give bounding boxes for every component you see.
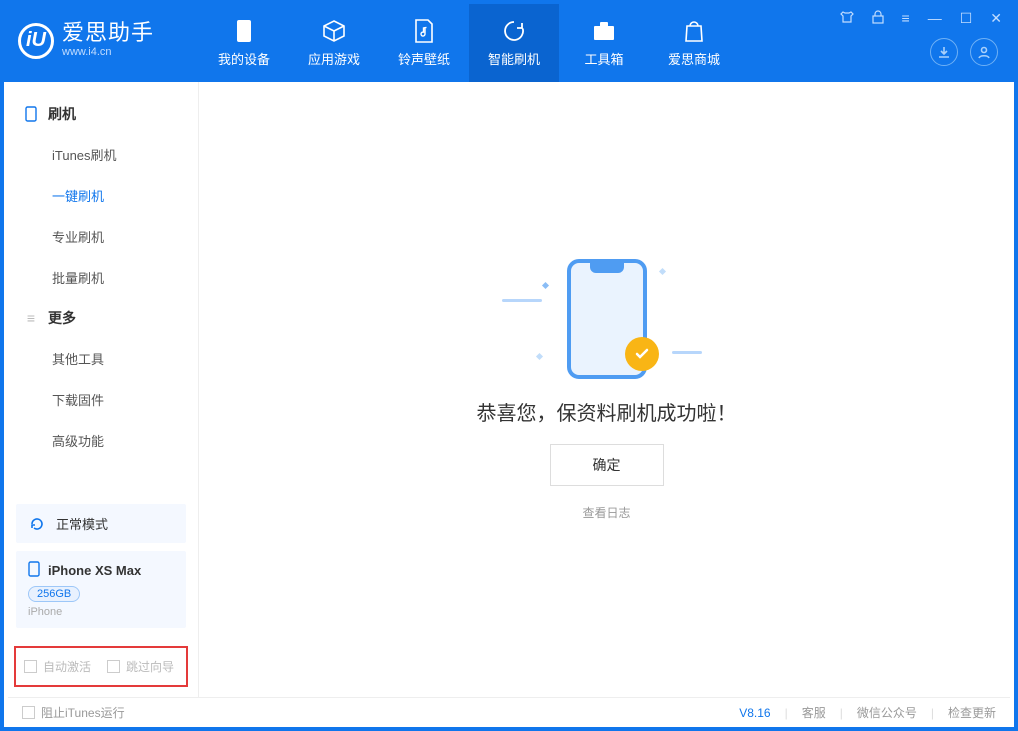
sidebar-item-advanced[interactable]: 高级功能 [4, 420, 198, 461]
ok-button[interactable]: 确定 [550, 444, 664, 486]
nav-toolbox[interactable]: 工具箱 [559, 4, 649, 82]
view-log-link[interactable]: 查看日志 [582, 504, 630, 521]
download-button[interactable] [930, 38, 958, 66]
success-message: 恭喜您，保资料刷机成功啦！ [477, 397, 737, 426]
maximize-button[interactable]: ☐ [956, 8, 977, 29]
header-actions [930, 38, 998, 66]
close-button[interactable]: ✕ [986, 8, 1006, 29]
checkbox-icon[interactable] [22, 706, 35, 719]
main-content: 恭喜您，保资料刷机成功啦！ 确定 查看日志 [199, 82, 1014, 697]
sidebar-item-download-firmware[interactable]: 下载固件 [4, 379, 198, 420]
option-auto-activate[interactable]: 自动激活 [24, 658, 91, 675]
mode-label: 正常模式 [56, 514, 108, 533]
refresh-shield-icon [502, 19, 526, 43]
device-name: iPhone XS Max [48, 563, 141, 578]
briefcase-icon [592, 19, 616, 43]
group-title: 更多 [48, 308, 76, 328]
minimize-button[interactable]: — [924, 8, 946, 29]
block-itunes-label[interactable]: 阻止iTunes运行 [41, 704, 125, 721]
tshirt-icon[interactable] [836, 8, 858, 29]
bag-icon [682, 19, 706, 43]
nav-ringtones-wallpapers[interactable]: 铃声壁纸 [379, 4, 469, 82]
nav-label: 智能刷机 [488, 49, 540, 68]
sidebar-item-batch-flash[interactable]: 批量刷机 [4, 257, 198, 298]
window-controls: ≡ — ☐ ✕ [836, 8, 1006, 29]
nav-label: 工具箱 [584, 49, 623, 68]
success-illustration [567, 259, 647, 379]
device-panel: 正常模式 iPhone XS Max 256GB iPhone [4, 494, 198, 638]
check-icon [625, 337, 659, 371]
sidebar-item-other-tools[interactable]: 其他工具 [4, 338, 198, 379]
cube-icon [322, 19, 346, 43]
nav-label: 铃声壁纸 [398, 49, 450, 68]
menu-icon[interactable]: ≡ [898, 8, 914, 29]
device-type: iPhone [28, 606, 174, 618]
sidebar-group-more[interactable]: ≡ 更多 [4, 298, 198, 338]
sidebar-group-flash[interactable]: 刷机 [4, 94, 198, 134]
menu-icon: ≡ [24, 311, 38, 325]
option-skip-guide[interactable]: 跳过向导 [107, 658, 174, 675]
lock-icon[interactable] [868, 8, 888, 29]
phone-icon [28, 561, 40, 580]
device-card[interactable]: iPhone XS Max 256GB iPhone [16, 551, 186, 628]
status-link-support[interactable]: 客服 [802, 704, 826, 721]
status-link-wechat[interactable]: 微信公众号 [857, 704, 917, 721]
titlebar: iU 爱思助手 www.i4.cn 我的设备 应用游戏 铃声壁纸 智能刷机 工具… [4, 4, 1014, 82]
phone-icon [24, 107, 38, 121]
app-logo[interactable]: iU 爱思助手 www.i4.cn [4, 4, 199, 59]
nav-my-device[interactable]: 我的设备 [199, 4, 289, 82]
option-label: 跳过向导 [126, 658, 174, 675]
nav-label: 爱思商城 [668, 49, 720, 68]
sidebar-item-itunes-flash[interactable]: iTunes刷机 [4, 134, 198, 175]
phone-icon [232, 19, 256, 43]
user-button[interactable] [970, 38, 998, 66]
sidebar-item-pro-flash[interactable]: 专业刷机 [4, 216, 198, 257]
nav-label: 应用游戏 [308, 49, 360, 68]
sidebar-item-oneclick-flash[interactable]: 一键刷机 [4, 175, 198, 216]
app-url: www.i4.cn [62, 46, 154, 59]
status-link-update[interactable]: 检查更新 [948, 704, 996, 721]
group-title: 刷机 [48, 104, 76, 124]
sidebar: 刷机 iTunes刷机 一键刷机 专业刷机 批量刷机 ≡ 更多 其他工具 下载固… [4, 82, 199, 697]
nav-store[interactable]: 爱思商城 [649, 4, 739, 82]
music-file-icon [412, 19, 436, 43]
flash-options-highlight: 自动激活 跳过向导 [14, 646, 188, 687]
nav-apps-games[interactable]: 应用游戏 [289, 4, 379, 82]
app-name: 爱思助手 [62, 22, 154, 44]
device-storage: 256GB [28, 586, 80, 602]
body: 刷机 iTunes刷机 一键刷机 专业刷机 批量刷机 ≡ 更多 其他工具 下载固… [4, 82, 1014, 697]
checkbox-icon[interactable] [24, 660, 37, 673]
option-label: 自动激活 [43, 658, 91, 675]
version-label: V8.16 [739, 706, 770, 720]
device-mode[interactable]: 正常模式 [16, 504, 186, 543]
nav-label: 我的设备 [218, 49, 270, 68]
top-nav: 我的设备 应用游戏 铃声壁纸 智能刷机 工具箱 爱思商城 [199, 4, 739, 82]
refresh-icon [28, 515, 46, 533]
nav-smart-flash[interactable]: 智能刷机 [469, 4, 559, 82]
logo-icon: iU [18, 23, 54, 59]
checkbox-icon[interactable] [107, 660, 120, 673]
statusbar: 阻止iTunes运行 V8.16 | 客服 | 微信公众号 | 检查更新 [8, 697, 1010, 727]
